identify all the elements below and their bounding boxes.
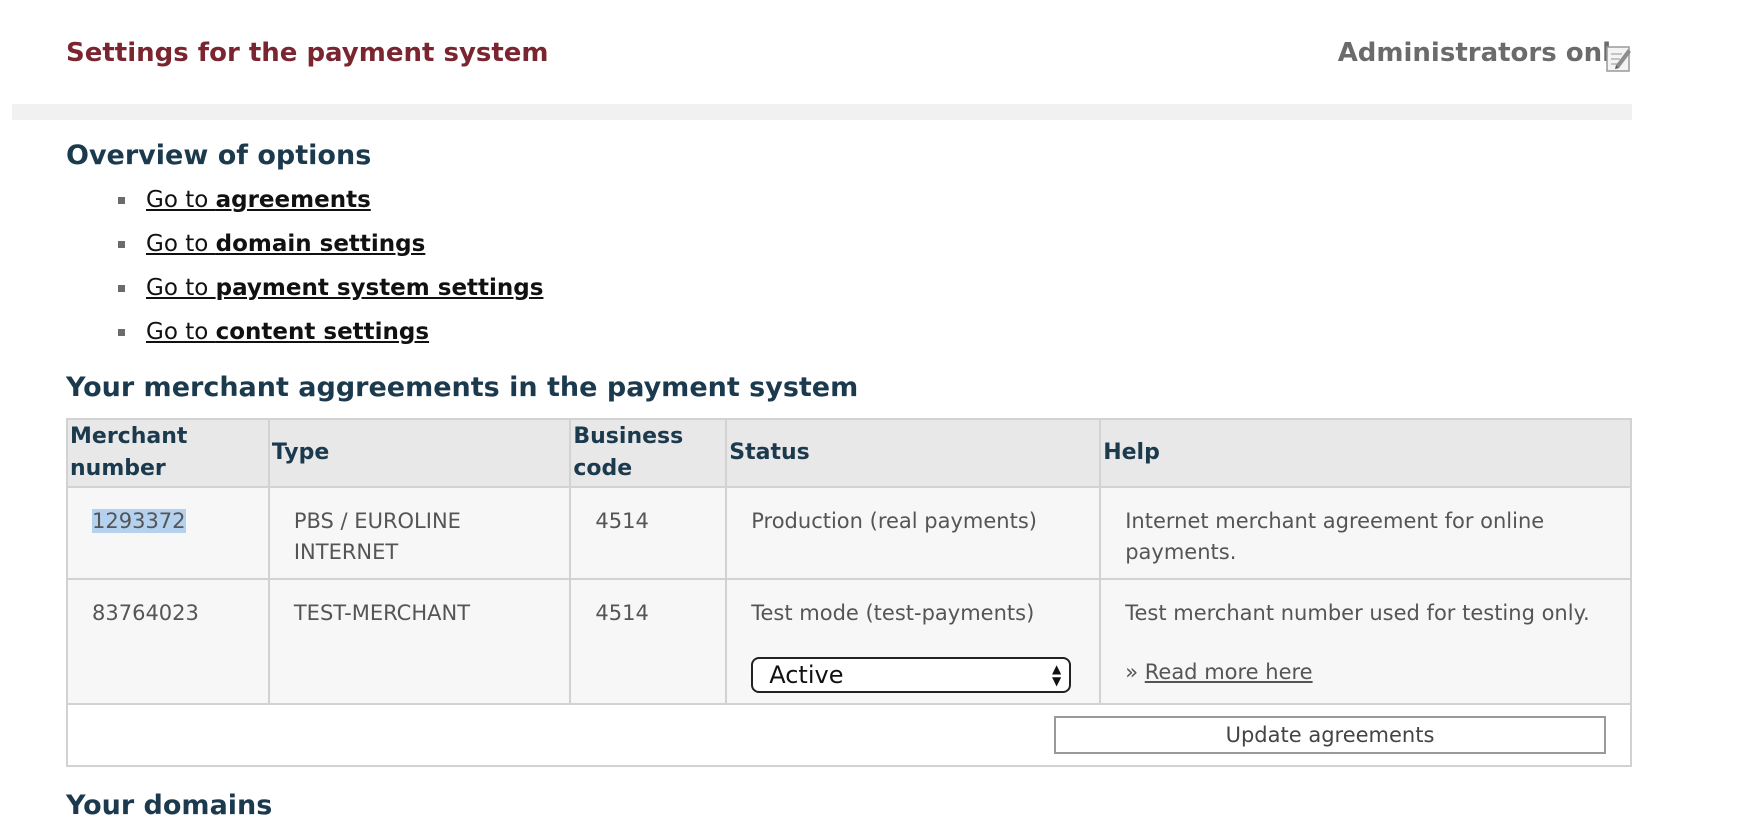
col-help: Help xyxy=(1099,418,1632,488)
status-text: Test mode (test-payments) xyxy=(751,601,1035,625)
read-more-link[interactable]: Read more here xyxy=(1145,660,1313,684)
merchant-heading: Your merchant aggreements in the payment… xyxy=(66,372,859,403)
merchant-number: 1293372 xyxy=(92,509,186,533)
select-arrows-icon: ▲ ▼ xyxy=(1052,662,1062,688)
help-cell: Test merchant number used for testing on… xyxy=(1099,578,1632,705)
merchant-table: Merchant number Type Business code Statu… xyxy=(66,418,1632,767)
page-title: Settings for the payment system xyxy=(66,38,549,68)
table-footer-row: Update agreements xyxy=(66,703,1632,767)
list-item: Go to agreements xyxy=(66,185,543,229)
go-to-domain-settings-link[interactable]: Go to domain settings xyxy=(146,231,425,257)
type-cell: PBS / EUROLINE INTERNET xyxy=(267,486,572,580)
type-cell: TEST-MERCHANT xyxy=(267,578,572,705)
edit-icon[interactable] xyxy=(1606,44,1632,72)
go-to-agreements-link[interactable]: Go to agreements xyxy=(146,187,371,213)
read-more: » Read more here xyxy=(1125,657,1606,688)
list-item: Go to payment system settings xyxy=(66,273,543,317)
col-type: Type xyxy=(267,418,572,488)
table-footer-cell: Update agreements xyxy=(66,703,1632,767)
table-row: 83764023 TEST-MERCHANT 4514 Test mode (t… xyxy=(66,578,1632,705)
help-cell: Internet merchant agreement for online p… xyxy=(1099,486,1632,580)
status-select-value: Active xyxy=(769,661,844,689)
options-list: Go to agreements Go to domain settings G… xyxy=(66,185,543,361)
help-text: Test merchant number used for testing on… xyxy=(1125,601,1590,625)
read-more-prefix: » xyxy=(1125,660,1145,684)
col-business-code: Business code xyxy=(569,418,728,488)
go-to-payment-system-settings-link[interactable]: Go to payment system settings xyxy=(146,275,543,301)
go-to-content-settings-link[interactable]: Go to content settings xyxy=(146,319,429,345)
admin-label: Administrators only xyxy=(1337,38,1628,68)
business-code-cell: 4514 xyxy=(569,578,728,705)
merchant-number-cell: 83764023 xyxy=(66,578,270,705)
table-row: 1293372 PBS / EUROLINE INTERNET 4514 Pro… xyxy=(66,486,1632,580)
col-merchant-number: Merchant number xyxy=(66,418,270,488)
status-select[interactable]: Active ▲ ▼ xyxy=(751,657,1072,693)
header-divider xyxy=(12,104,1632,120)
domains-heading: Your domains xyxy=(66,790,273,821)
table-header-row: Merchant number Type Business code Statu… xyxy=(66,418,1632,488)
update-agreements-button[interactable]: Update agreements xyxy=(1054,716,1606,754)
col-status: Status xyxy=(725,418,1102,488)
merchant-number-cell: 1293372 xyxy=(66,486,270,580)
list-item: Go to domain settings xyxy=(66,229,543,273)
business-code-cell: 4514 xyxy=(569,486,728,580)
list-item: Go to content settings xyxy=(66,317,543,361)
status-cell: Production (real payments) xyxy=(725,486,1102,580)
status-cell: Test mode (test-payments) Active ▲ ▼ xyxy=(725,578,1102,705)
overview-heading: Overview of options xyxy=(66,140,372,171)
